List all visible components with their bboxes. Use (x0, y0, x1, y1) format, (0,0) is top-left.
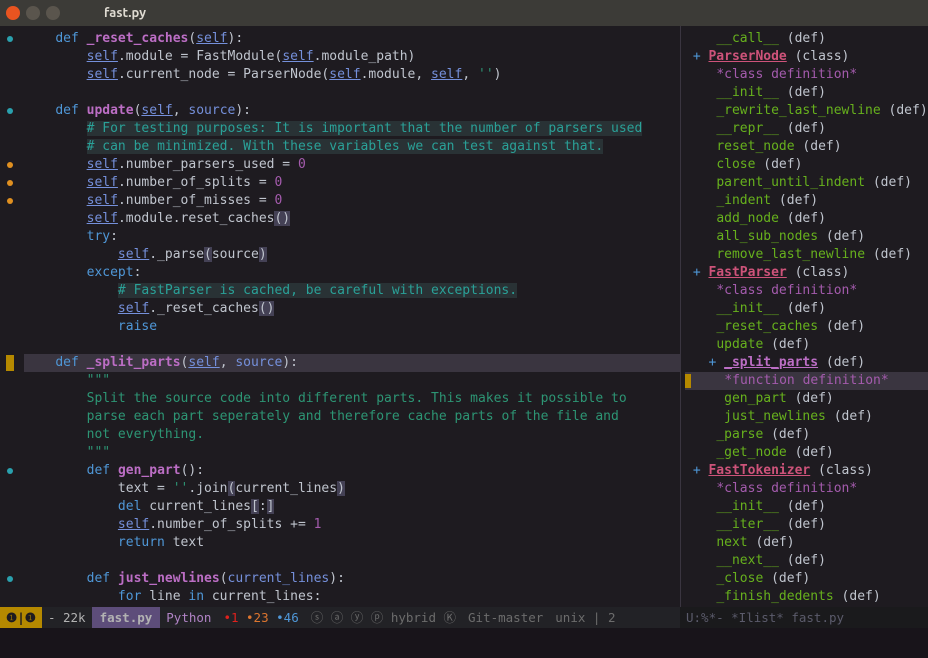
outline-item[interactable]: *class definition* (685, 66, 928, 84)
code-line[interactable]: return text (24, 534, 680, 552)
outline-item[interactable]: update (def) (685, 336, 928, 354)
outline-item[interactable]: _parse (def) (685, 426, 928, 444)
outline-item[interactable]: __call__ (def) (685, 30, 928, 48)
code-line[interactable] (24, 84, 680, 102)
modeline-left: ❶|❶ - 22k fast.py Python •1 •23 •46 ⓢ ⓐ … (0, 607, 680, 628)
vc-branch: Git-master (462, 607, 549, 628)
code-line[interactable]: # For testing purposes: It is important … (24, 120, 680, 138)
outline-item[interactable]: parent_until_indent (def) (685, 174, 928, 192)
code-line[interactable]: Split the source code into different par… (24, 390, 680, 408)
code-line[interactable]: self._reset_caches() (24, 300, 680, 318)
code-line[interactable]: def _split_parts(self, source): (24, 354, 680, 372)
code-line[interactable]: parse each part seperately and therefore… (24, 408, 680, 426)
code-line[interactable]: def update(self, source): (24, 102, 680, 120)
editor-pane[interactable]: def _reset_caches(self): self.module = F… (0, 26, 680, 607)
outline-item[interactable]: __next__ (def) (685, 552, 928, 570)
encoding: unix | 2 (549, 607, 621, 628)
window-titlebar: fast.py (0, 0, 928, 26)
outline-item[interactable]: + _split_parts (def) (685, 354, 928, 372)
outline-item[interactable]: __init__ (def) (685, 498, 928, 516)
outline-item[interactable]: __init__ (def) (685, 300, 928, 318)
outline-item[interactable]: *class definition* (685, 480, 928, 498)
code-line[interactable]: # can be minimized. With these variables… (24, 138, 680, 156)
code-line[interactable]: """ (24, 372, 680, 390)
code-line[interactable]: self.module = FastModule(self.module_pat… (24, 48, 680, 66)
code-line[interactable]: self.current_node = ParserNode(self.modu… (24, 66, 680, 84)
code-line[interactable]: self.number_of_splits = 0 (24, 174, 680, 192)
code-line[interactable]: def just_newlines(current_lines): (24, 570, 680, 588)
code-line[interactable] (24, 552, 680, 570)
outline-item[interactable]: _close (def) (685, 570, 928, 588)
outline-item[interactable]: gen_part (def) (685, 390, 928, 408)
code-line[interactable]: def _reset_caches(self): (24, 30, 680, 48)
outline-item[interactable]: _reset_caches (def) (685, 318, 928, 336)
outline-cursor-mark (685, 374, 691, 388)
window-number: ❶|❶ (0, 607, 42, 628)
code-line[interactable]: # FastParser is cached, be careful with … (24, 282, 680, 300)
echo-area (0, 628, 928, 658)
code-line[interactable]: try: (24, 228, 680, 246)
code-line[interactable] (24, 336, 680, 354)
outline-item[interactable]: __repr__ (def) (685, 120, 928, 138)
minimize-icon[interactable] (26, 6, 40, 20)
code-line[interactable]: """ (24, 444, 680, 462)
outline-item[interactable]: remove_last_newline (def) (685, 246, 928, 264)
outline-item[interactable]: + FastParser (class) (685, 264, 928, 282)
code-line[interactable]: self.number_of_misses = 0 (24, 192, 680, 210)
buffer-size: - 22k (42, 607, 92, 628)
minor-modes: ⓢ ⓐ ⓨ ⓟ hybrid Ⓚ (305, 607, 462, 628)
outline-item[interactable]: *function definition* (685, 372, 928, 390)
outline-item[interactable]: *class definition* (685, 282, 928, 300)
outline-item[interactable]: __iter__ (def) (685, 516, 928, 534)
outline-item[interactable]: all_sub_nodes (def) (685, 228, 928, 246)
code-line[interactable]: def gen_part(): (24, 462, 680, 480)
outline-item[interactable]: + FastTokenizer (class) (685, 462, 928, 480)
window-title: fast.py (104, 6, 146, 20)
modeline-right: U:%*- *Ilist* fast.py (680, 607, 928, 628)
code-line[interactable]: self.number_of_splits += 1 (24, 516, 680, 534)
outline-item[interactable]: next (def) (685, 534, 928, 552)
outline-item[interactable]: _rewrite_last_newline (def) (685, 102, 928, 120)
maximize-icon[interactable] (46, 6, 60, 20)
major-mode[interactable]: Python (160, 607, 217, 628)
main-area: def _reset_caches(self): self.module = F… (0, 26, 928, 607)
outline-sidebar[interactable]: __call__ (def) + ParserNode (class) *cla… (680, 26, 928, 607)
outline-item[interactable]: just_newlines (def) (685, 408, 928, 426)
code-line[interactable]: self.module.reset_caches() (24, 210, 680, 228)
code-buffer[interactable]: def _reset_caches(self): self.module = F… (20, 26, 680, 607)
code-line[interactable]: self._parse(source) (24, 246, 680, 264)
flycheck-indicators: •1 •23 •46 (217, 607, 304, 628)
buffer-name[interactable]: fast.py (92, 607, 161, 628)
close-icon[interactable] (6, 6, 20, 20)
code-line[interactable]: for line in current_lines: (24, 588, 680, 606)
outline-item[interactable]: _finish_dedents (def) (685, 588, 928, 606)
outline-item[interactable]: _get_node (def) (685, 444, 928, 462)
outline-item[interactable]: _indent (def) (685, 192, 928, 210)
code-line[interactable]: del current_lines[:] (24, 498, 680, 516)
outline-item[interactable]: close (def) (685, 156, 928, 174)
gutter (0, 26, 20, 607)
outline-item[interactable]: __init__ (def) (685, 84, 928, 102)
code-line[interactable]: except: (24, 264, 680, 282)
outline-item[interactable]: add_node (def) (685, 210, 928, 228)
code-line[interactable]: self.number_parsers_used = 0 (24, 156, 680, 174)
code-line[interactable]: not everything. (24, 426, 680, 444)
code-line[interactable]: text = ''.join(current_lines) (24, 480, 680, 498)
modeline: ❶|❶ - 22k fast.py Python •1 •23 •46 ⓢ ⓐ … (0, 607, 928, 628)
outline-item[interactable]: reset_node (def) (685, 138, 928, 156)
outline-item[interactable]: + ParserNode (class) (685, 48, 928, 66)
code-line[interactable]: raise (24, 318, 680, 336)
